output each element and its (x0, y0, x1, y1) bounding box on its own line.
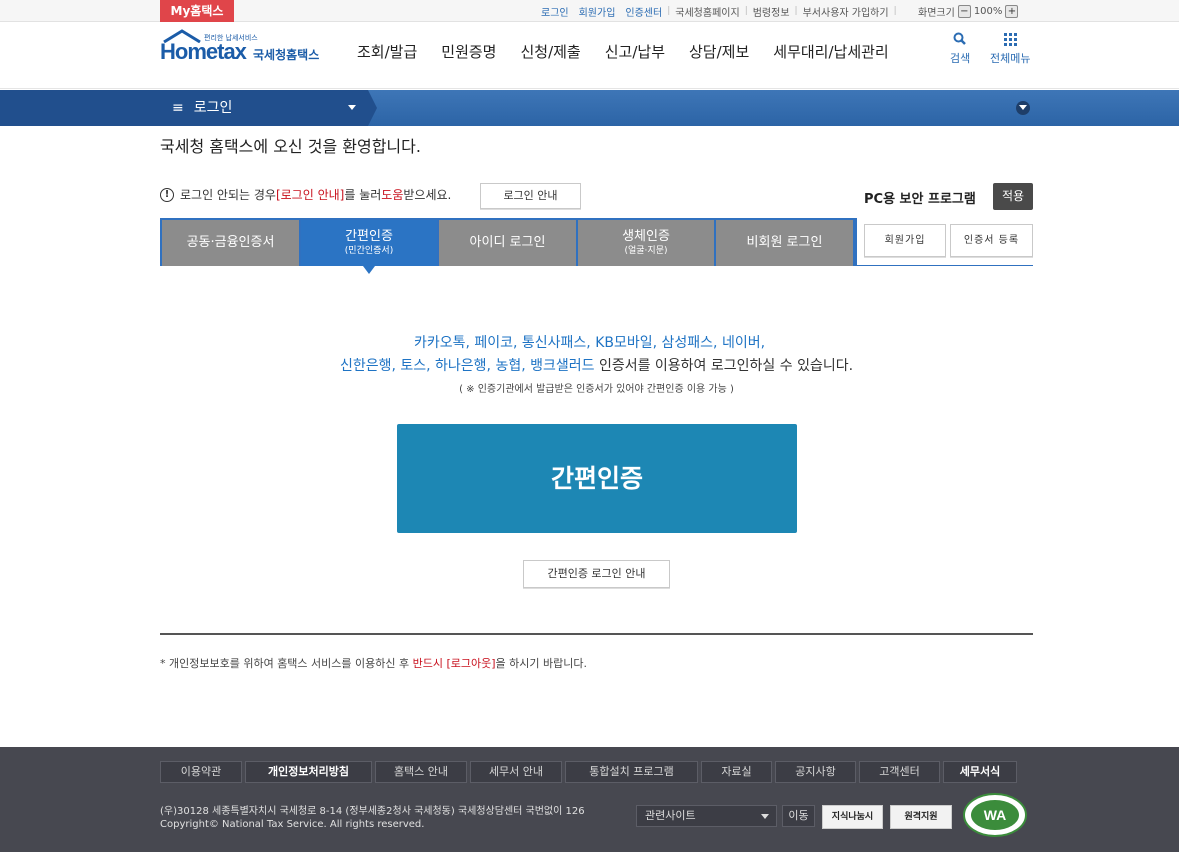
supported-providers-line2: 신한은행, 토스, 하나은행, 농협, 뱅크샐러드 인증서를 이용하여 로그인하… (0, 355, 1179, 375)
tab-joint-certificate[interactable]: 공동·금융인증서 (162, 220, 299, 266)
address-line: (우)30128 세종특별자치시 국세청로 8-14 (정부세종2청사 국세청동… (160, 806, 585, 817)
my-hometax-tab[interactable]: My홈택스 (160, 0, 234, 22)
tab-sublabel: (얼굴·지문) (624, 245, 668, 256)
cert-center-link[interactable]: 인증센터 (620, 4, 667, 19)
notice-text-2: 를 눌러 (344, 188, 382, 202)
login-guide-button[interactable]: 로그인 안내 (480, 183, 581, 209)
top-utility-bar: My홈택스 로그인 회원가입 인증센터 | 국세청홈페이지 | 범령정보 | 부… (0, 0, 1179, 22)
logo-brand: Hometax (160, 39, 247, 64)
login-help-notice: ! 로그인 안되는 경우 [로그인 안내] 를 눌러 도움 받으세요. (160, 186, 451, 203)
simple-auth-guide-button[interactable]: 간편인증 로그인 안내 (523, 560, 670, 588)
search-button[interactable]: 검색 (950, 31, 970, 66)
section-divider (160, 633, 1033, 635)
footer-link-privacy[interactable]: 개인정보처리방침 (245, 761, 372, 783)
grid-menu-icon (1004, 33, 1018, 46)
tab-label: 아이디 로그인 (469, 234, 546, 250)
dept-user-signup-link[interactable]: 부서사용자 가입하기 (798, 4, 894, 19)
menu-dropdown-label: 로그인 (193, 100, 233, 116)
logout-text-1: 개인정보보호를 위하여 홈택스 서비스를 이용하신 후 (165, 657, 413, 670)
tab-simple-auth[interactable]: 간편인증 (민간인증서) (301, 220, 437, 266)
menu-dropdown-arrow (368, 90, 377, 126)
simple-auth-login-button[interactable]: 간편인증 (397, 424, 797, 533)
all-menu-label: 전체메뉴 (990, 52, 1031, 65)
nav-item-certificates[interactable]: 민원증명 (441, 41, 496, 62)
location-bar: ≡ 로그인 (0, 90, 1179, 126)
hometax-logo[interactable]: 편리한 납세서비스 Hometax 국세청홈택스 (160, 29, 330, 73)
expand-circle-button[interactable] (1016, 101, 1030, 115)
tab-biometric[interactable]: 생체인증 (얼굴·지문) (578, 220, 714, 266)
zoom-in-button[interactable]: + (1005, 4, 1019, 18)
nts-homepage-link[interactable]: 국세청홈페이지 (670, 4, 744, 19)
footer-link-office-guide[interactable]: 세무서 안내 (470, 761, 562, 783)
search-icon (953, 32, 967, 45)
supported-providers-line1: 카카오톡, 페이코, 통신사패스, KB모바일, 삼성패스, 네이버, (413, 335, 766, 351)
logout-highlight: 반드시 [로그아웃] (412, 657, 496, 670)
footer-link-archive[interactable]: 자료실 (701, 761, 772, 783)
notice-highlight-1: [로그인 안내] (275, 188, 345, 202)
footer-link-hometax-guide[interactable]: 홈택스 안내 (375, 761, 467, 783)
logout-text-2: 을 하시기 바랍니다. (495, 657, 587, 670)
page-title: 국세청 홈택스에 오신 것을 환영합니다. (160, 137, 421, 156)
login-method-tabs: 공동·금융인증서 간편인증 (민간인증서) 아이디 로그인 생체인증 (얼굴·지… (160, 218, 857, 266)
notice-text-1: 로그인 안되는 경우 (180, 188, 276, 202)
providers-desc: 인증서를 이용하여 로그인하실 수 있습니다. (594, 358, 854, 374)
law-info-link[interactable]: 범령정보 (748, 4, 795, 19)
simple-auth-note: ( ※ 인증기관에서 발급받은 인증서가 있어야 간편인증 이용 가능 ) (459, 384, 734, 395)
login-link[interactable]: 로그인 (536, 4, 574, 19)
nav-item-consult[interactable]: 상담/제보 (689, 41, 749, 62)
logo-name: 국세청홈택스 (253, 48, 320, 62)
related-sites-go-button[interactable]: 이동 (782, 805, 815, 827)
tab-id-login[interactable]: 아이디 로그인 (439, 220, 576, 266)
footer-link-notices[interactable]: 공지사항 (775, 761, 856, 783)
zoom-out-button[interactable]: − (957, 4, 971, 18)
active-tab-pointer (363, 266, 375, 274)
footer-links: 이용약관 개인정보처리방침 홈택스 안내 세무서 안내 통합설치 프로그램 자료… (160, 761, 1017, 783)
wa-text: WA (984, 807, 1007, 823)
tab-label: 생체인증 (622, 229, 670, 245)
tab-label: 공동·금융인증서 (186, 234, 275, 250)
zoom-level: 100% (973, 5, 1003, 17)
tab-label: 간편인증 (345, 229, 393, 245)
pc-security-label: PC용 보안 프로그램 (864, 192, 976, 207)
cert-register-button[interactable]: 인증서 등록 (950, 224, 1033, 257)
nav-item-filing[interactable]: 신고/납부 (605, 41, 665, 62)
tab-guest-login[interactable]: 비회원 로그인 (716, 220, 853, 266)
web-accessibility-mark-icon: WA (963, 793, 1027, 837)
nav-item-tax-agent[interactable]: 세무대리/납세관리 (773, 41, 888, 62)
utility-links: 로그인 회원가입 인증센터 | 국세청홈페이지 | 범령정보 | 부서사용자 가… (536, 0, 897, 22)
tab-label: 비회원 로그인 (746, 234, 823, 250)
copyright-line: Copyright© National Tax Service. All rig… (160, 819, 425, 830)
footer-link-terms[interactable]: 이용약관 (160, 761, 242, 783)
notice-highlight-2: 도움 (381, 188, 404, 202)
hamburger-icon: ≡ (172, 100, 184, 116)
zoom-control: 화면크기 − 100% + (918, 0, 1019, 22)
menu-dropdown[interactable]: ≡ 로그인 (172, 90, 232, 126)
nav-item-inquiry[interactable]: 조회/발급 (357, 41, 417, 62)
divider: | (893, 6, 897, 16)
apply-security-button[interactable]: 적용 (993, 183, 1033, 210)
tab-underline (857, 265, 1033, 266)
footer-link-customer-center[interactable]: 고객센터 (859, 761, 940, 783)
search-label: 검색 (950, 52, 971, 65)
exclamation-icon: ! (160, 187, 174, 202)
main-nav: 조회/발급 민원증명 신청/제출 신고/납부 상담/제보 세무대리/납세관리 (357, 41, 889, 62)
footer-link-install-program[interactable]: 통합설치 프로그램 (565, 761, 698, 783)
all-menu-button[interactable]: 전체메뉴 (990, 31, 1030, 66)
footer-link-tax-forms[interactable]: 세무서식 (943, 761, 1017, 783)
chevron-down-icon[interactable] (348, 105, 356, 110)
knowledge-share-badge[interactable]: 지식나눔시 (822, 805, 883, 829)
signup-button[interactable]: 회원가입 (864, 224, 946, 257)
logout-reminder: * 개인정보보호를 위하여 홈택스 서비스를 이용하신 후 반드시 [로그아웃]… (160, 655, 587, 671)
tab-sublabel: (민간인증서) (344, 245, 394, 256)
related-sites-select[interactable]: 관련사이트 (636, 805, 777, 827)
site-footer: 이용약관 개인정보처리방침 홈택스 안내 세무서 안내 통합설치 프로그램 자료… (0, 747, 1179, 852)
nav-item-application[interactable]: 신청/제출 (520, 41, 580, 62)
footer-address: (우)30128 세종특별자치시 국세청로 8-14 (정부세종2청사 국세청동… (160, 805, 585, 831)
providers-list: 신한은행, 토스, 하나은행, 농협, 뱅크샐러드 (339, 358, 595, 374)
notice-text-3: 받으세요. (403, 188, 452, 202)
remote-support-button[interactable]: 원격지원 (890, 805, 952, 829)
zoom-label: 화면크기 (918, 7, 955, 19)
signup-link[interactable]: 회원가입 (574, 4, 621, 19)
site-header: 편리한 납세서비스 Hometax 국세청홈택스 조회/발급 민원증명 신청/제… (0, 23, 1179, 89)
